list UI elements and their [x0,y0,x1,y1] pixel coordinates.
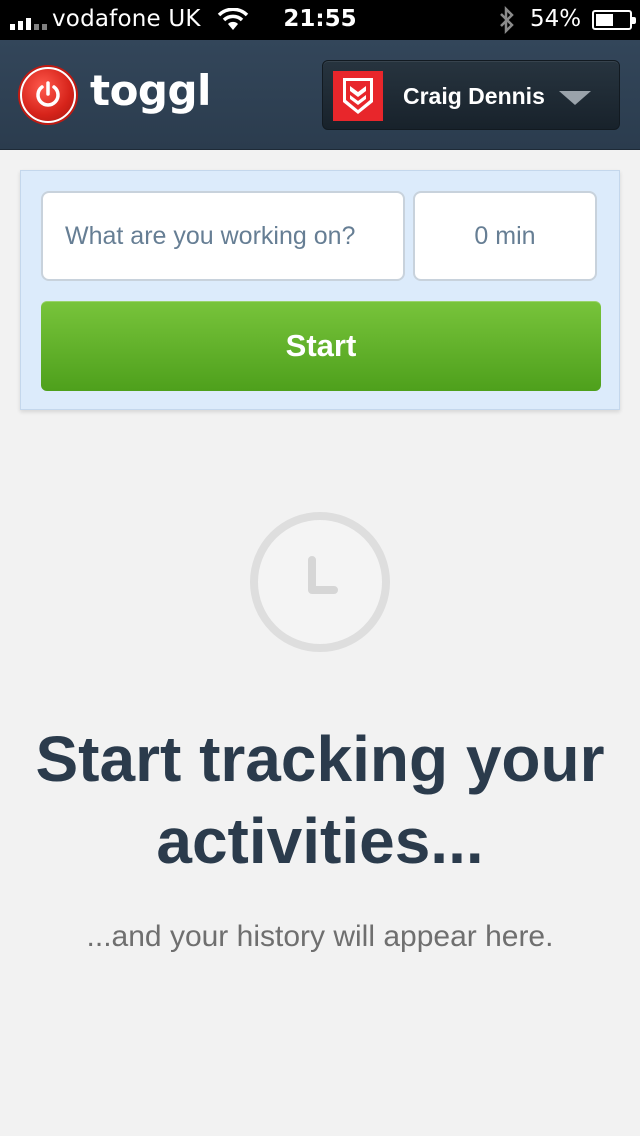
bluetooth-icon [497,5,517,40]
battery-icon [592,10,636,30]
app-logo: toggl [90,66,211,115]
app-header: toggl Craig Dennis [0,40,640,150]
empty-state-title: Start tracking your activities... [35,723,605,877]
status-bar: vodafone UK 21:55 54% [0,0,640,40]
timer-panel: Start [20,170,620,410]
user-name: Craig Dennis [403,83,545,109]
battery-percent: 54% [530,6,582,32]
power-logo-icon [20,67,76,123]
user-menu-button[interactable]: Craig Dennis [322,60,620,130]
clock-icon [248,510,392,659]
description-input[interactable] [41,191,405,281]
chevron-down-icon [559,91,591,105]
duration-input[interactable] [413,191,597,281]
start-button[interactable]: Start [41,301,601,391]
avatar [333,71,383,121]
empty-state-subtitle: ...and your history will appear here. [86,920,554,953]
